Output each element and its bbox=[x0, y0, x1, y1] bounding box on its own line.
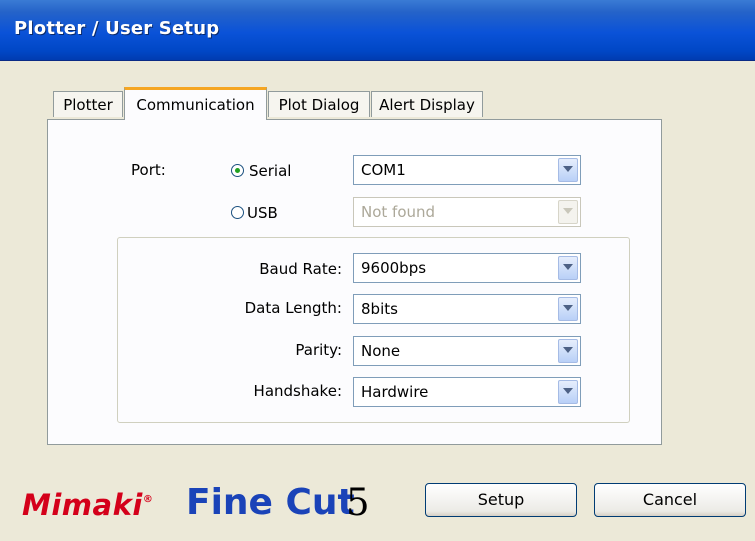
usb-radio-label[interactable]: USB bbox=[247, 204, 278, 222]
cancel-button[interactable]: Cancel bbox=[594, 483, 746, 517]
data-length-label: Data Length: bbox=[244, 299, 342, 317]
usb-port-value: Not found bbox=[361, 203, 436, 221]
radio-selected-dot bbox=[235, 168, 240, 173]
window-title: Plotter / User Setup bbox=[14, 18, 220, 39]
chevron-down-icon[interactable] bbox=[558, 158, 578, 182]
dialog-window: Plotter / User Setup Plotter Communicati… bbox=[0, 0, 755, 541]
serial-port-select[interactable]: COM1 bbox=[353, 155, 581, 185]
chevron-down-icon[interactable] bbox=[558, 380, 578, 404]
handshake-label: Handshake: bbox=[253, 382, 342, 400]
parity-label: Parity: bbox=[295, 341, 342, 359]
handshake-value: Hardwire bbox=[361, 383, 429, 401]
data-length-select[interactable]: 8bits bbox=[353, 294, 581, 324]
title-bar[interactable]: Plotter / User Setup bbox=[0, 0, 755, 61]
tab-plot-dialog[interactable]: Plot Dialog bbox=[268, 91, 370, 117]
baud-rate-select[interactable]: 9600bps bbox=[353, 253, 581, 283]
baud-rate-label: Baud Rate: bbox=[259, 260, 342, 278]
usb-radio[interactable] bbox=[231, 206, 244, 219]
data-length-value: 8bits bbox=[361, 300, 398, 318]
serial-port-value: COM1 bbox=[361, 161, 406, 179]
parity-value: None bbox=[361, 342, 401, 360]
port-label: Port: bbox=[131, 161, 166, 179]
baud-rate-value: 9600bps bbox=[361, 259, 427, 277]
handshake-select[interactable]: Hardwire bbox=[353, 377, 581, 407]
parity-select[interactable]: None bbox=[353, 336, 581, 366]
tab-alert-display[interactable]: Alert Display bbox=[371, 91, 483, 117]
setup-button[interactable]: Setup bbox=[425, 483, 577, 517]
usb-port-select: Not found bbox=[353, 197, 581, 227]
chevron-down-icon[interactable] bbox=[558, 297, 578, 321]
chevron-down-icon[interactable] bbox=[558, 256, 578, 280]
tab-plotter[interactable]: Plotter bbox=[53, 91, 123, 117]
finecut-logo: Fine Cut bbox=[186, 482, 355, 523]
serial-radio[interactable] bbox=[231, 164, 244, 177]
chevron-down-icon bbox=[558, 200, 578, 224]
mimaki-logo-text: Mimaki bbox=[22, 488, 143, 522]
tab-communication[interactable]: Communication bbox=[124, 87, 267, 120]
mimaki-logo: Mimaki® bbox=[22, 488, 154, 522]
serial-radio-label[interactable]: Serial bbox=[249, 162, 291, 180]
finecut-version: 5 bbox=[346, 481, 370, 524]
chevron-down-icon[interactable] bbox=[558, 339, 578, 363]
